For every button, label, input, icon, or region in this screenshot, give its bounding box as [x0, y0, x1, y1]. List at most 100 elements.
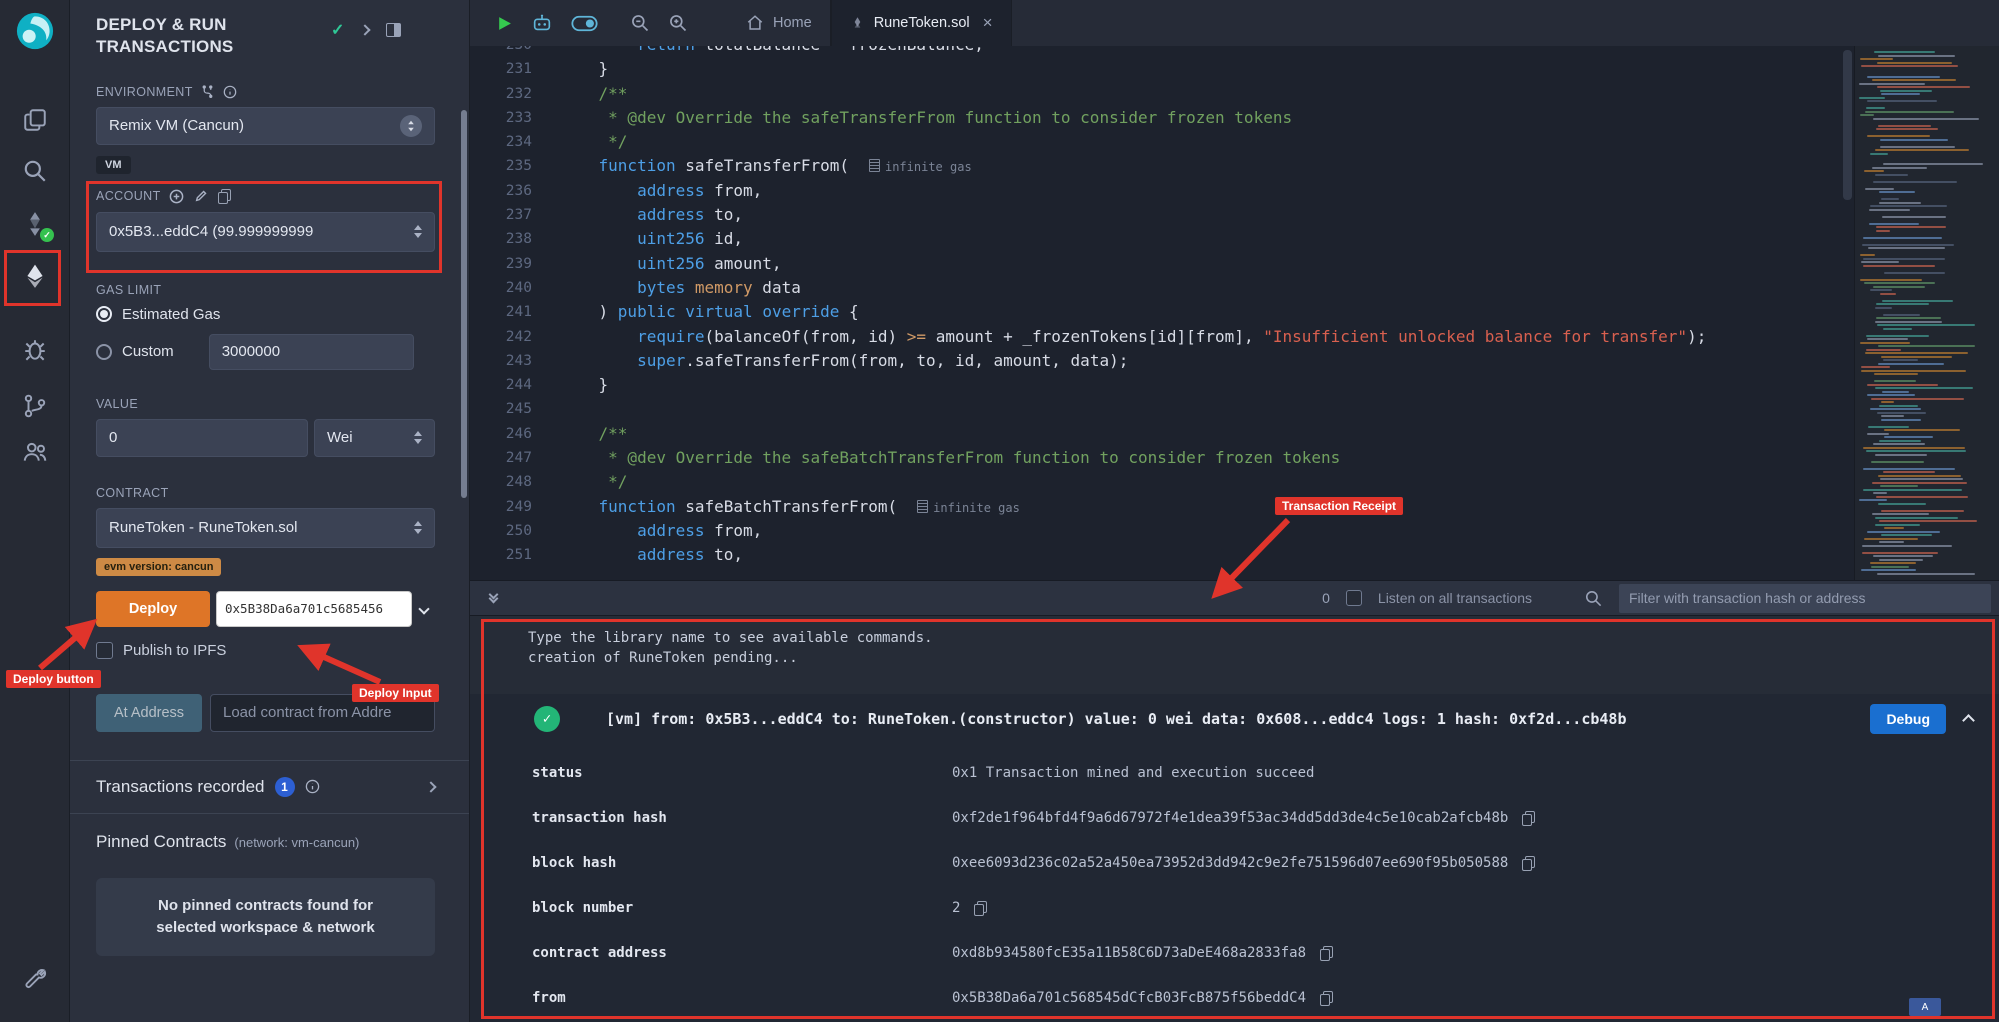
copy-icon[interactable] — [974, 901, 986, 915]
add-account-icon[interactable] — [169, 189, 184, 204]
terminal-toolbar: 0 Listen on all transactions — [470, 580, 1999, 616]
minimap-line — [1881, 534, 1932, 536]
tab-home[interactable]: Home — [728, 0, 831, 46]
code-line: 232 /** — [470, 82, 1854, 106]
estimated-gas-radio[interactable] — [96, 306, 112, 322]
transactions-recorded-row[interactable]: Transactions recorded 1 — [96, 761, 435, 813]
value-unit-select[interactable]: Wei — [314, 419, 435, 457]
copy-icon[interactable] — [1320, 991, 1332, 1005]
account-stepper-icon[interactable] — [414, 225, 422, 238]
environment-stepper-icon[interactable] — [400, 115, 422, 137]
minimap-line — [1882, 216, 1946, 218]
account-select[interactable]: 0x5B3...eddC4 (99.999999999 — [96, 212, 435, 252]
receipt-summary-row[interactable]: ✓ [vm] from: 0x5B3...eddC4 to: RuneToken… — [470, 694, 1999, 744]
terminal-search-icon[interactable] — [1584, 589, 1603, 608]
environment-value: Remix VM (Cancun) — [109, 117, 400, 134]
plugin-manager-icon[interactable] — [21, 438, 49, 466]
file-explorer-icon[interactable] — [21, 106, 49, 134]
minimap-line — [1876, 317, 1941, 319]
code-text: */ — [532, 470, 627, 494]
custom-gas-radio[interactable] — [96, 344, 112, 360]
code-editor[interactable]: 230 return totalBalance - frozenBalance;… — [470, 46, 1854, 580]
code-line: 251 address to, — [470, 543, 1854, 567]
run-script-icon[interactable] — [496, 15, 513, 32]
debugger-icon[interactable] — [21, 336, 49, 364]
minimap-line — [1882, 391, 1909, 393]
custom-gas-input[interactable] — [209, 334, 414, 370]
info-icon[interactable] — [223, 85, 237, 99]
value-input[interactable] — [96, 419, 308, 457]
code-line: 231 } — [470, 57, 1854, 81]
deploy-button[interactable]: Deploy — [96, 591, 210, 627]
contract-select[interactable]: RuneToken - RuneToken.sol — [96, 508, 435, 548]
expand-transactions-chevron-icon[interactable] — [425, 781, 436, 792]
terminal[interactable]: Type the library name to see available c… — [470, 616, 1999, 1022]
deploy-run-icon[interactable] — [21, 262, 49, 290]
expand-terminal-icon[interactable] — [490, 594, 497, 602]
editor-scrollbar[interactable] — [1843, 50, 1852, 200]
search-icon[interactable] — [21, 157, 49, 185]
remix-logo[interactable] — [14, 10, 56, 52]
minimap-line — [1878, 363, 1944, 365]
debug-button[interactable]: Debug — [1870, 704, 1946, 734]
panel-layout-icon[interactable] — [386, 23, 401, 37]
code-text: function safeBatchTransferFrom(infinite … — [532, 495, 1020, 519]
unit-stepper-icon[interactable] — [414, 431, 422, 444]
environment-fork-icon[interactable] — [201, 85, 214, 98]
minimap-line — [1872, 79, 1956, 81]
deploy-expand-chevron-icon[interactable] — [420, 600, 428, 617]
minimap-line — [1879, 520, 1977, 522]
contract-stepper-icon[interactable] — [414, 521, 422, 534]
filter-transactions-input[interactable] — [1619, 584, 1991, 613]
receipt-field-label: block number — [532, 900, 952, 916]
minimap-line — [1881, 510, 1964, 512]
minimap-line — [1869, 209, 1910, 211]
publish-ipfs-checkbox[interactable] — [96, 642, 113, 659]
line-number: 248 — [470, 470, 532, 494]
copy-icon[interactable] — [1522, 856, 1534, 870]
deploy-args-input[interactable] — [216, 591, 412, 627]
terminal-line: Type the library name to see available c… — [470, 628, 1999, 648]
minimap[interactable] — [1854, 46, 1999, 580]
listen-all-checkbox[interactable] — [1346, 590, 1362, 606]
contract-value: RuneToken - RuneToken.sol — [109, 519, 414, 536]
at-address-input[interactable] — [210, 694, 435, 732]
copilot-toggle-icon[interactable] — [571, 15, 598, 32]
minimap-line — [1875, 149, 1969, 151]
minimap-line — [1874, 380, 1916, 382]
code-line: 239 uint256 amount, — [470, 252, 1854, 276]
minimap-line — [1873, 555, 1933, 557]
line-number: 247 — [470, 446, 532, 470]
line-number: 241 — [470, 300, 532, 324]
copy-account-icon[interactable] — [218, 189, 230, 203]
chevron-right-icon[interactable] — [360, 24, 371, 35]
minimap-line — [1884, 429, 1960, 431]
copy-icon[interactable] — [1522, 811, 1534, 825]
panel-scrollbar[interactable] — [461, 110, 467, 498]
minimap-line — [1872, 482, 1967, 484]
line-number: 251 — [470, 543, 532, 567]
git-icon[interactable] — [21, 392, 49, 420]
close-tab-icon[interactable]: × — [983, 13, 993, 33]
zoom-out-icon[interactable] — [630, 13, 650, 33]
copy-icon[interactable] — [1320, 946, 1332, 960]
remix-ai-icon[interactable] — [531, 12, 553, 34]
minimap-line — [1875, 321, 1942, 323]
at-address-button[interactable]: At Address — [96, 694, 202, 732]
environment-section-label: ENVIRONMENT — [96, 85, 435, 99]
code-line: 244 } — [470, 373, 1854, 397]
settings-wrench-icon[interactable] — [21, 966, 49, 994]
code-text: ) public virtual override { — [532, 300, 859, 324]
info-icon[interactable] — [305, 779, 320, 794]
minimap-line — [1867, 433, 1889, 435]
minimap-line — [1872, 167, 1927, 169]
environment-select[interactable]: Remix VM (Cancun) — [96, 107, 435, 145]
minimap-line — [1873, 492, 1887, 494]
zoom-in-icon[interactable] — [668, 13, 688, 33]
terminal-line: creation of RuneToken pending... — [470, 648, 1999, 668]
tab-runetoken-sol[interactable]: RuneToken.sol × — [831, 0, 1012, 46]
compile-success-badge: ✓ — [40, 228, 54, 242]
code-text: * @dev Override the safeTransferFrom fun… — [532, 106, 1292, 130]
edit-account-icon[interactable] — [194, 189, 208, 203]
collapse-receipt-chevron-icon[interactable] — [1964, 710, 1973, 729]
